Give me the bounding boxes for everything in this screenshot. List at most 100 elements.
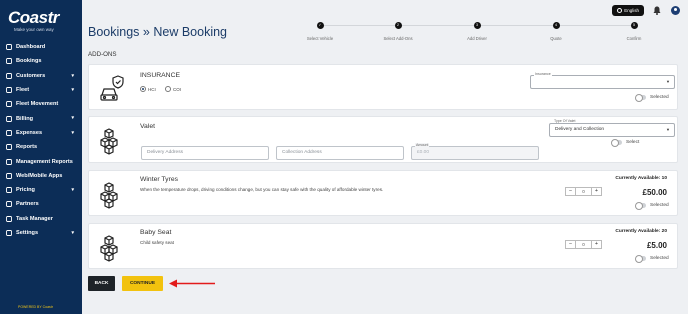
step-number: 2 [394, 22, 402, 29]
winter-tyres-card: Winter Tyres When the temperature drops,… [88, 170, 678, 216]
sidebar-item-label: Partners [16, 201, 39, 208]
chevron-down-icon[interactable]: ▾ [71, 115, 74, 121]
valet-type-select[interactable]: Delivery and Collection ▼ [549, 123, 675, 137]
baby-seat-availability: Currently Available: 20 [615, 229, 667, 234]
valet-type-select-value: Delivery and Collection [555, 127, 605, 132]
sidebar-item-label: Expenses [16, 129, 43, 136]
apps-icon [5, 172, 12, 179]
collection-address-input[interactable]: Collection Address [276, 146, 404, 160]
winter-tyres-price: £50.00 [642, 188, 667, 197]
sidebar-nav: Dashboard Bookings Customers ▾ Fleet ▾ Fleet M… [0, 40, 82, 240]
baby-seat-title: Baby Seat [140, 229, 172, 236]
sidebar-item-task-manager[interactable]: Task Manager [0, 212, 82, 226]
step-select-vehicle[interactable]: ✓ Select Vehicle [292, 22, 348, 41]
boxes-icon [100, 182, 118, 209]
sidebar-item-bookings[interactable]: Bookings [0, 54, 82, 68]
coastr-logo[interactable]: Coastr Make your own way [8, 8, 70, 32]
step-check-icon: ✓ [316, 22, 324, 29]
chevron-down-icon[interactable]: ▾ [71, 73, 74, 79]
sidebar-item-label: Fleet Movement [16, 101, 59, 108]
valet-type-select-label: Type Of Valet [553, 119, 577, 123]
collection-address-placeholder: Collection Address [282, 150, 322, 155]
insurance-title: INSURANCE [140, 72, 181, 79]
insurance-toggle-switch[interactable] [635, 94, 646, 102]
baby-seat-toggle[interactable]: Selected [635, 255, 669, 263]
baby-seat-toggle-label: Selected [650, 256, 669, 261]
dashboard-icon [5, 44, 12, 51]
sidebar-item-label: Billing [16, 115, 34, 122]
fleet-icon [5, 87, 12, 93]
radio-hci-circle[interactable] [140, 86, 146, 92]
radio-coi[interactable]: COI [165, 86, 181, 92]
logo-text: Coastr [8, 8, 59, 27]
increment-button[interactable]: + [591, 240, 602, 249]
valet-amount-placeholder: £0.00 [417, 150, 430, 155]
sidebar-item-expenses[interactable]: Expenses ▾ [0, 126, 82, 140]
user-avatar-icon[interactable] [671, 5, 680, 15]
step-number: 5 [630, 22, 638, 29]
insurance-toggle[interactable]: Selected [635, 94, 669, 102]
customers-icon [5, 72, 12, 79]
sidebar-item-customers[interactable]: Customers ▾ [0, 69, 82, 83]
valet-toggle-switch[interactable] [611, 139, 622, 147]
reports-icon [5, 144, 12, 151]
pricing-icon [5, 187, 12, 194]
chevron-down-icon[interactable]: ▾ [71, 87, 74, 93]
step-add-driver[interactable]: 3 Add Driver [449, 22, 505, 41]
boxes-icon [100, 235, 118, 262]
caret-down-icon: ▼ [666, 79, 670, 84]
baby-seat-toggle-switch[interactable] [635, 255, 646, 263]
sidebar-item-management-reports[interactable]: Management Reports [0, 154, 82, 168]
sidebar-item-dashboard[interactable]: Dashboard [0, 40, 82, 54]
winter-tyres-toggle[interactable]: Selected [635, 202, 669, 210]
baby-seat-quantity[interactable]: 0 [576, 240, 591, 249]
step-select-addons[interactable]: 2 Select Add-Ons [370, 22, 426, 41]
sidebar-item-partners[interactable]: Partners [0, 197, 82, 211]
sidebar: Coastr Make your own way Dashboard Bookin… [0, 0, 82, 314]
winter-tyres-quantity[interactable]: 0 [576, 187, 591, 196]
main-content: English Bookings » New Booking ✓ Select … [82, 0, 688, 314]
step-quote[interactable]: 4 Quote [528, 22, 584, 41]
step-confirm[interactable]: 5 Confirm [606, 22, 662, 41]
winter-tyres-quantity-stepper: − 0 + [565, 187, 602, 196]
decrement-button[interactable]: − [565, 240, 576, 249]
expenses-icon [5, 129, 12, 136]
sidebar-item-web-mobile-apps[interactable]: Web/Mobile Apps [0, 169, 82, 183]
sidebar-item-settings[interactable]: Settings ▾ [0, 226, 82, 240]
valet-amount-input[interactable]: £0.00 [411, 146, 539, 160]
topbar: English [612, 2, 688, 18]
bell-icon[interactable] [653, 6, 661, 15]
winter-tyres-description: When the temperature drops, driving cond… [140, 187, 384, 192]
decrement-button[interactable]: − [565, 187, 576, 196]
sidebar-item-reports[interactable]: Reports [0, 140, 82, 154]
red-arrow-annotation-icon [169, 279, 215, 288]
sidebar-item-fleet-movement[interactable]: Fleet Movement [0, 97, 82, 111]
powered-by-label: POWERED BY Coastr [18, 305, 53, 309]
language-button[interactable]: English [612, 4, 644, 16]
radio-hci[interactable]: HCI [140, 86, 156, 92]
chevron-down-icon[interactable]: ▾ [71, 230, 74, 236]
back-button[interactable]: BACK [88, 276, 115, 291]
sidebar-item-fleet[interactable]: Fleet ▾ [0, 83, 82, 97]
sidebar-item-pricing[interactable]: Pricing ▾ [0, 183, 82, 197]
car-shield-icon [100, 75, 124, 101]
increment-button[interactable]: + [591, 187, 602, 196]
chevron-down-icon[interactable]: ▾ [71, 187, 74, 193]
radio-coi-circle[interactable] [165, 86, 171, 92]
continue-button[interactable]: CONTINUE [122, 276, 163, 291]
valet-toggle[interactable]: Select [611, 139, 639, 147]
sidebar-item-label: Dashboard [16, 44, 46, 51]
breadcrumb-root[interactable]: Bookings [88, 25, 139, 39]
winter-tyres-toggle-switch[interactable] [635, 202, 646, 210]
step-label: Add Driver [467, 36, 487, 41]
winter-tyres-title: Winter Tyres [140, 176, 179, 183]
chevron-down-icon[interactable]: ▾ [71, 130, 74, 136]
breadcrumb-current: New Booking [153, 25, 228, 39]
sidebar-item-billing[interactable]: Billing ▾ [0, 111, 82, 125]
radio-coi-label: COI [173, 86, 182, 92]
sidebar-item-label: Management Reports [16, 158, 73, 165]
delivery-address-input[interactable]: Delivery Address [141, 146, 269, 160]
baby-seat-quantity-stepper: − 0 + [565, 240, 602, 249]
step-label: Select Add-Ons [383, 36, 413, 41]
insurance-select[interactable]: ▼ [530, 75, 675, 89]
